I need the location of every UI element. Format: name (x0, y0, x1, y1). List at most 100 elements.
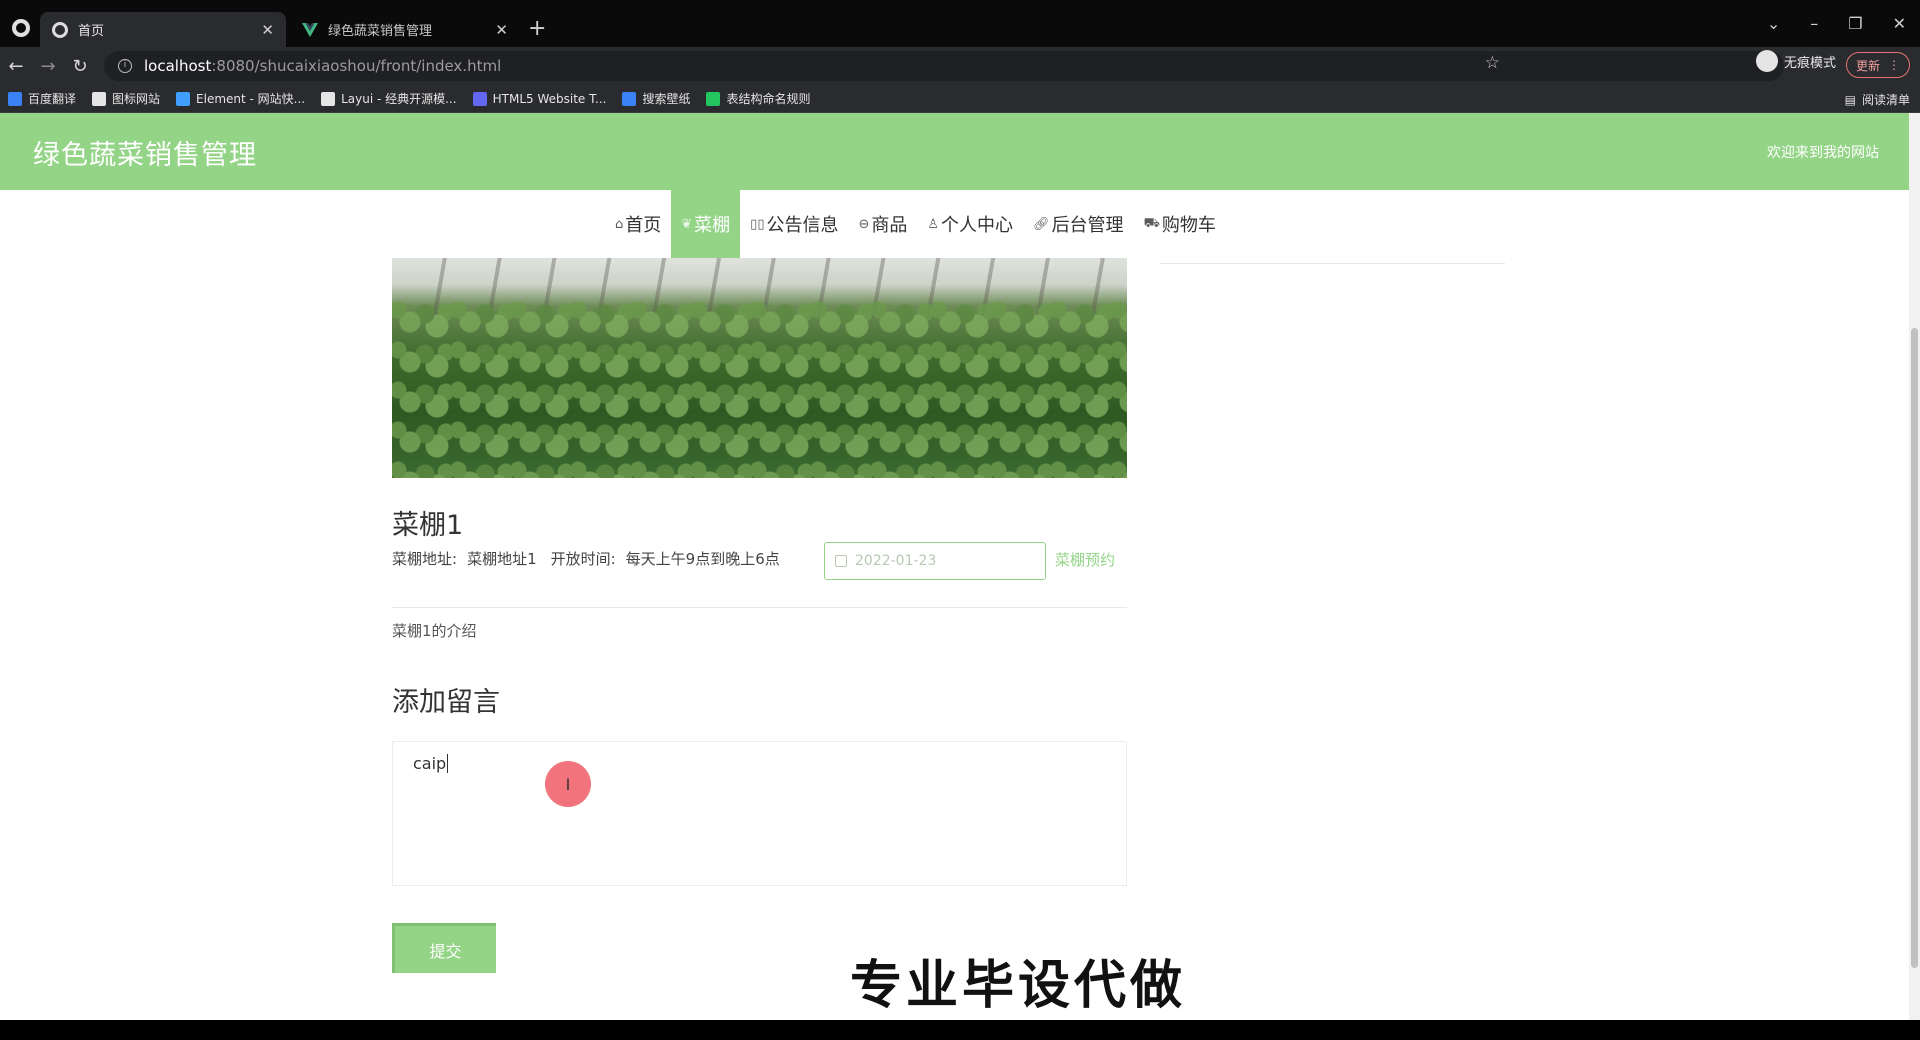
user-icon: ♙ (927, 216, 940, 232)
page-viewport: 绿色蔬菜销售管理 欢迎来到我的网站 ⌂ 首页 ❦ 菜棚 ▯▯ 公告信息 ⊖ 商品 ♙ 个人… (0, 113, 1909, 1020)
browser-toolbar: ← → ↻ i localhost:8080/shucaixiaoshou/fr… (0, 47, 1920, 85)
nav-item-notice[interactable]: ▯▯ 公告信息 (740, 190, 848, 258)
minimize-icon[interactable]: – (1810, 14, 1818, 33)
bookmark-label: 搜索壁纸 (642, 92, 691, 106)
reservation-date-picker[interactable]: 2022-01-23 (824, 542, 1046, 580)
layui-logo-icon (321, 91, 336, 106)
message-text: caip (413, 754, 447, 773)
section-divider (392, 607, 1127, 608)
page-scrollbar[interactable] (1909, 113, 1920, 1020)
sidebar-divider (1160, 263, 1505, 264)
vue-logo-icon (302, 22, 318, 37)
date-value: 2022-01-23 (855, 553, 937, 569)
incognito-label: 无痕模式 (1783, 55, 1836, 71)
bookmark-label: Element - 网站快... (196, 92, 306, 106)
nav-label: 公告信息 (766, 215, 839, 236)
link-icon: 🔗︎ (1033, 216, 1050, 232)
message-section-title: 添加留言 (392, 687, 500, 718)
window-controls: ⌄ – ❐ ✕ (1767, 14, 1906, 33)
nav-item-greenhouse[interactable]: ❦ 菜棚 (671, 190, 741, 258)
nav-item-admin[interactable]: 🔗︎ 后台管理 (1023, 190, 1134, 258)
address-bar[interactable]: i localhost:8080/shucaixiaoshou/front/in… (104, 51, 1784, 81)
bookmark-label: 表结构命名规则 (726, 92, 811, 106)
goods-icon: ⊖ (858, 216, 870, 232)
tab-search-icon[interactable]: ⌄ (1767, 14, 1780, 33)
watermark-text: 专业毕设代做 (850, 956, 1187, 1016)
bottom-letterbox (0, 1020, 1920, 1040)
browser-logo-icon (12, 19, 30, 37)
close-icon[interactable]: ✕ (495, 21, 508, 39)
notice-icon: ▯▯ (750, 216, 765, 232)
bookmark-item[interactable]: Layui - 经典开源模... (321, 90, 457, 107)
tab-title: 绿色蔬菜销售管理 (328, 24, 433, 39)
greenhouse-meta: 菜棚地址: 菜棚地址1 开放时间: 每天上午9点到晚上6点 (392, 548, 780, 569)
bookmark-item[interactable]: 图标网站 (92, 90, 160, 107)
site-welcome: 欢迎来到我的网站 (1767, 145, 1879, 161)
bookmark-item[interactable]: 搜索壁纸 (622, 90, 690, 107)
reading-list-icon: ▤ (1844, 92, 1856, 107)
incognito-icon (1755, 50, 1778, 72)
nav-label: 后台管理 (1051, 215, 1124, 236)
close-icon[interactable]: ✕ (261, 21, 274, 39)
incognito-indicator[interactable]: 无痕模式 (1755, 50, 1836, 72)
update-button[interactable]: 更新 ⋮ (1846, 52, 1910, 78)
more-menu-icon: ⋮ (1888, 58, 1900, 72)
submit-button[interactable]: 提交 (392, 923, 496, 973)
bookmark-item[interactable]: Element - 网站快... (176, 90, 305, 107)
flag-icon (92, 91, 107, 106)
reserve-button[interactable]: 菜棚预约 (1055, 549, 1115, 570)
nav-item-cart[interactable]: ⛟ 购物车 (1134, 190, 1226, 258)
table-logo-icon (706, 91, 721, 106)
main-nav: ⌂ 首页 ❦ 菜棚 ▯▯ 公告信息 ⊖ 商品 ♙ 个人中心 🔗︎ 后台管理 ⛟ 购物车 (0, 190, 1909, 258)
nav-item-home[interactable]: ⌂ 首页 (605, 190, 671, 258)
bookmark-label: 图标网站 (112, 92, 161, 106)
forward-icon[interactable]: → (32, 56, 64, 77)
html5-logo-icon (472, 91, 487, 106)
browser-tab-home[interactable]: 首页 ✕ (40, 12, 286, 47)
bookmark-item[interactable]: 表结构命名规则 (706, 90, 810, 107)
info-icon[interactable]: i (118, 59, 132, 73)
text-caret (447, 754, 449, 773)
message-textarea[interactable]: caip (392, 741, 1127, 886)
greenhouse-title: 菜棚1 (392, 510, 464, 541)
reading-list-button[interactable]: ▤ 阅读清单 (1845, 91, 1910, 108)
browser-tabstrip: 首页 ✕ 绿色蔬菜销售管理 ✕ + ⌄ – ❐ ✕ (0, 0, 1920, 47)
text-cursor-icon: I (565, 774, 571, 794)
site-title: 绿色蔬菜销售管理 (33, 140, 257, 171)
element-logo-icon (176, 91, 191, 106)
nav-label: 购物车 (1161, 215, 1216, 236)
nav-item-goods[interactable]: ⊖ 商品 (848, 190, 917, 258)
address-value: 菜棚地址1 (467, 550, 537, 568)
restore-icon[interactable]: ❐ (1848, 14, 1862, 33)
reload-icon[interactable]: ↻ (64, 56, 96, 77)
close-window-icon[interactable]: ✕ (1893, 14, 1906, 33)
url-path: :8080/shucaixiaoshou/front/index.html (211, 57, 502, 75)
nav-label: 菜棚 (694, 215, 731, 236)
globe-icon (52, 21, 68, 38)
new-tab-button[interactable]: + (528, 16, 546, 41)
mouse-cursor-highlight: I (545, 761, 591, 807)
bookmark-label: Layui - 经典开源模... (341, 92, 457, 106)
home-icon: ⌂ (615, 216, 624, 232)
browser-tab-site[interactable]: 绿色蔬菜销售管理 ✕ (290, 12, 520, 47)
greenhouse-plants (392, 298, 1127, 478)
cart-icon: ⛟ (1143, 215, 1160, 231)
calendar-icon (835, 555, 847, 567)
greenhouse-intro: 菜棚1的介绍 (392, 622, 477, 640)
nav-item-profile[interactable]: ♙ 个人中心 (917, 190, 1023, 258)
translate-icon (8, 91, 22, 106)
nav-label: 商品 (871, 215, 908, 236)
bookmark-star-icon[interactable]: ☆ (1485, 53, 1500, 73)
nav-label: 个人中心 (941, 215, 1014, 236)
bookmark-label: 百度翻译 (28, 92, 77, 106)
tab-title: 首页 (78, 24, 105, 39)
bookmark-label: HTML5 Website T... (492, 91, 607, 106)
address-label: 菜棚地址: (392, 550, 458, 568)
site-header: 绿色蔬菜销售管理 欢迎来到我的网站 (0, 113, 1909, 190)
back-icon[interactable]: ← (0, 56, 32, 77)
reading-list-label: 阅读清单 (1861, 93, 1910, 107)
update-label: 更新 (1855, 58, 1880, 73)
scrollbar-thumb[interactable] (1911, 328, 1918, 968)
bookmark-item[interactable]: 百度翻译 (8, 90, 76, 107)
bookmark-item[interactable]: HTML5 Website T... (472, 91, 607, 106)
